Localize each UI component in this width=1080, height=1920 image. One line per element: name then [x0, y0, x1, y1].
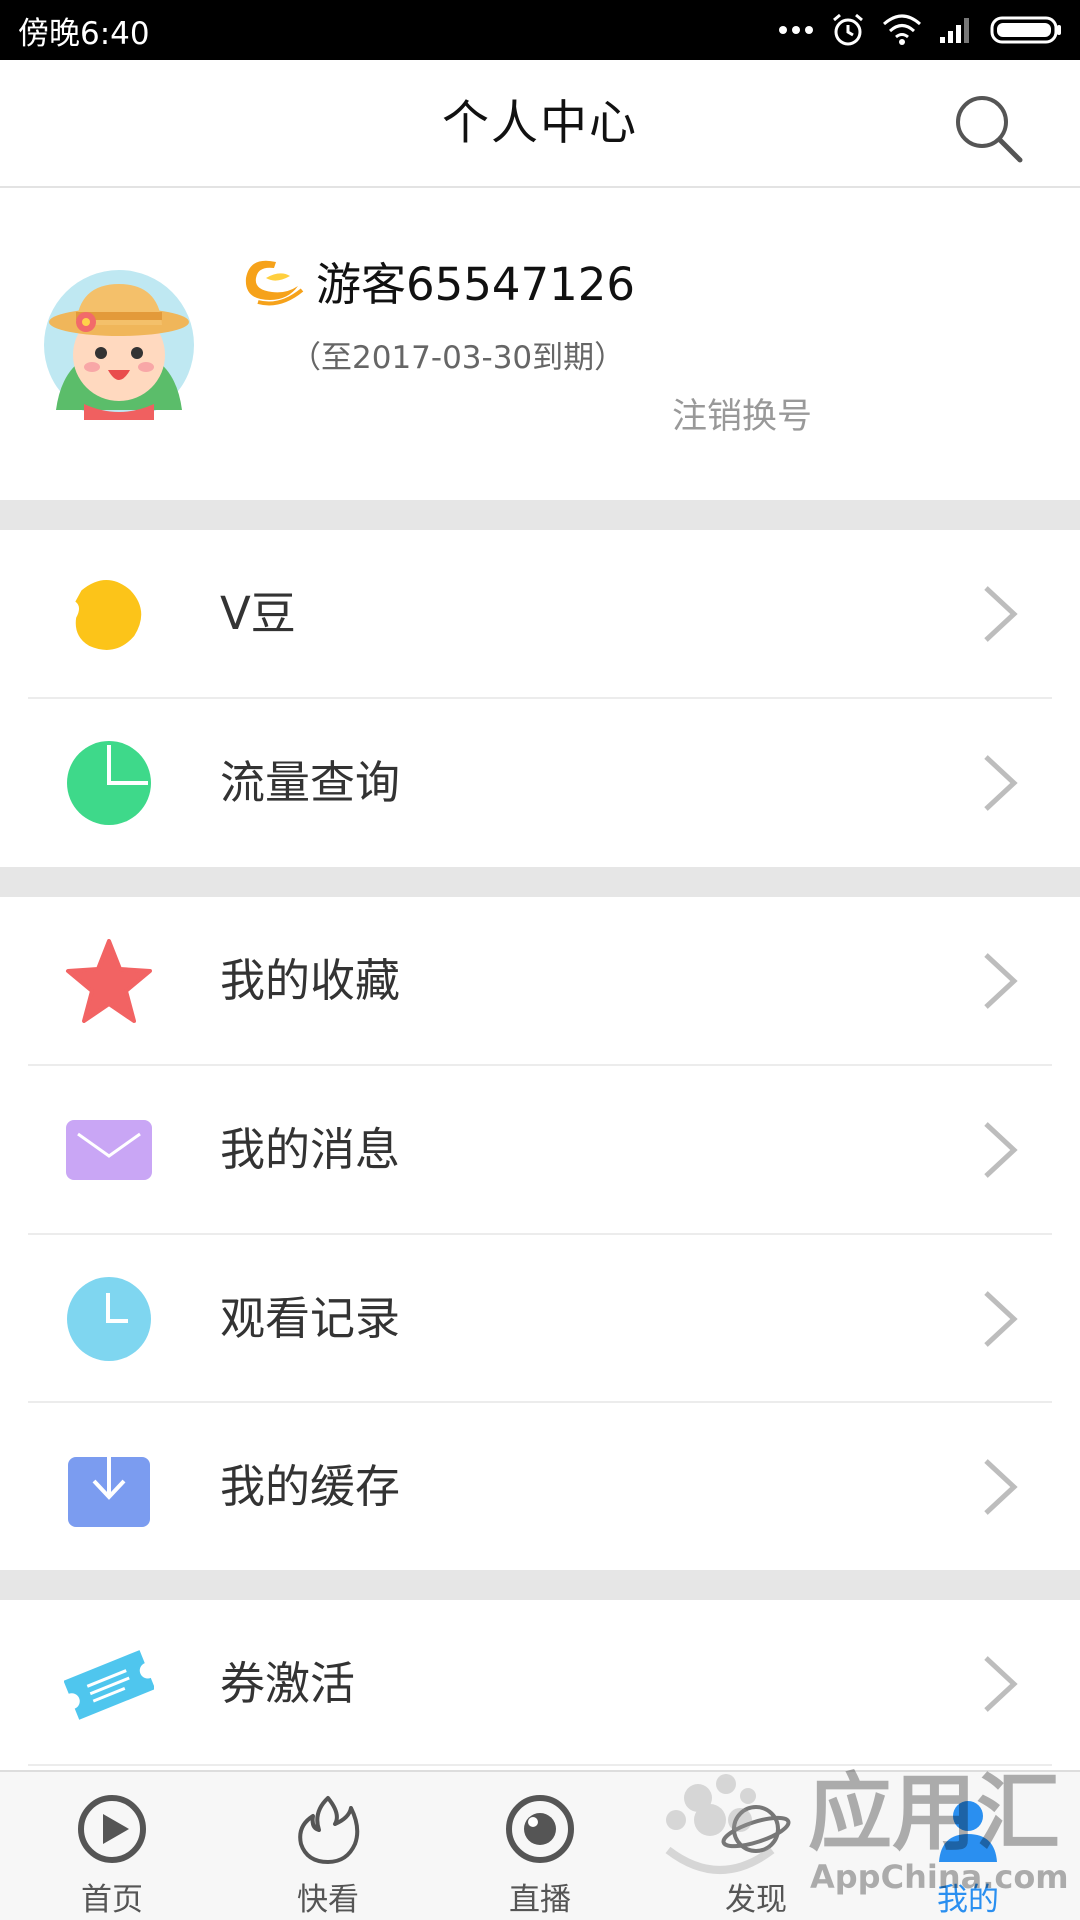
search-icon — [956, 96, 1023, 163]
battery-icon — [990, 16, 1061, 44]
avatar[interactable] — [44, 270, 194, 420]
vip-expiry-text: （至2017-03-30到期） — [290, 340, 626, 376]
menu-item-data-usage[interactable]: 流量查询 — [0, 699, 1080, 867]
screen: 傍晚6:40 个人中心 游客65547126 （至2017-03-30到期） 注… — [0, 0, 1080, 1920]
planet-icon — [721, 1805, 791, 1853]
status-bar: 傍晚6:40 — [0, 0, 1080, 60]
menu-item-watch-history[interactable]: 观看记录 — [0, 1235, 1080, 1403]
wifi-icon — [883, 14, 921, 45]
vip-badge-icon — [245, 260, 304, 306]
menu-item-favorites[interactable]: 我的收藏 — [0, 897, 1080, 1065]
nav-item-home[interactable]: 首页 — [4, 1772, 220, 1920]
flame-icon — [298, 1796, 360, 1864]
download-icon — [68, 1447, 150, 1527]
nav-item-quick-view[interactable]: 快看 — [220, 1772, 436, 1920]
envelope-icon — [66, 1120, 152, 1180]
live-eye-icon — [506, 1795, 574, 1863]
person-icon — [939, 1801, 997, 1862]
chevron-right-icon — [984, 1656, 1018, 1712]
chevron-right-icon — [984, 953, 1018, 1009]
chevron-right-icon — [984, 1122, 1018, 1178]
nav-label: 直播 — [509, 1882, 571, 1918]
chevron-right-icon — [984, 586, 1018, 642]
signal-icon — [940, 18, 969, 43]
profile-card[interactable]: 游客65547126 （至2017-03-30到期） 注销换号 — [0, 190, 1080, 500]
divider — [28, 1764, 1052, 1766]
alarm-icon — [833, 13, 863, 46]
chevron-right-icon — [984, 755, 1018, 811]
ticket-icon — [64, 1650, 154, 1720]
chevron-right-icon — [984, 1459, 1018, 1515]
chevron-right-icon — [984, 1291, 1018, 1347]
logout-switch-account-button[interactable]: 注销换号 — [672, 388, 812, 439]
search-button[interactable] — [950, 90, 1026, 166]
section-gap — [0, 867, 1080, 897]
nav-item-mine[interactable]: 我的 — [860, 1772, 1076, 1920]
page-title: 个人中心 — [442, 96, 638, 151]
menu-item-downloads[interactable]: 我的缓存 — [0, 1403, 1080, 1571]
menu-item-label: 流量查询 — [220, 756, 401, 809]
star-icon — [66, 939, 152, 1023]
nav-label: 首页 — [81, 1882, 143, 1918]
section-gap — [0, 1570, 1080, 1600]
menu-item-messages[interactable]: 我的消息 — [0, 1066, 1080, 1234]
nav-item-live[interactable]: 直播 — [432, 1772, 648, 1920]
pie-chart-icon — [67, 741, 151, 825]
menu-item-label: 我的收藏 — [220, 954, 401, 1007]
menu-item-label: 观看记录 — [220, 1292, 401, 1345]
menu-item-coupon-activation[interactable]: 券激活 — [0, 1600, 1080, 1768]
nav-label: 我的 — [937, 1882, 999, 1918]
nav-label: 发现 — [725, 1882, 787, 1918]
menu-item-label: 券激活 — [220, 1657, 356, 1710]
nav-item-discover[interactable]: 发现 — [648, 1772, 864, 1920]
menu-item-label: 我的消息 — [220, 1123, 401, 1176]
bean-icon — [75, 579, 142, 650]
bottom-nav: 首页 快看 直播 发现 我的 — [0, 1770, 1080, 1920]
section-gap — [0, 500, 1080, 530]
clock-icon — [67, 1277, 151, 1361]
play-circle-icon — [78, 1795, 146, 1863]
menu-item-label: 我的缓存 — [220, 1460, 401, 1513]
menu-item-label: V豆 — [220, 587, 296, 640]
status-icons — [778, 12, 1062, 48]
header: 个人中心 — [0, 60, 1080, 188]
more-dots-icon — [779, 26, 813, 34]
status-time: 傍晚6:40 — [18, 15, 150, 52]
menu-item-v-beans[interactable]: V豆 — [0, 530, 1080, 698]
username: 游客65547126 — [316, 258, 636, 311]
nav-label: 快看 — [297, 1882, 359, 1918]
